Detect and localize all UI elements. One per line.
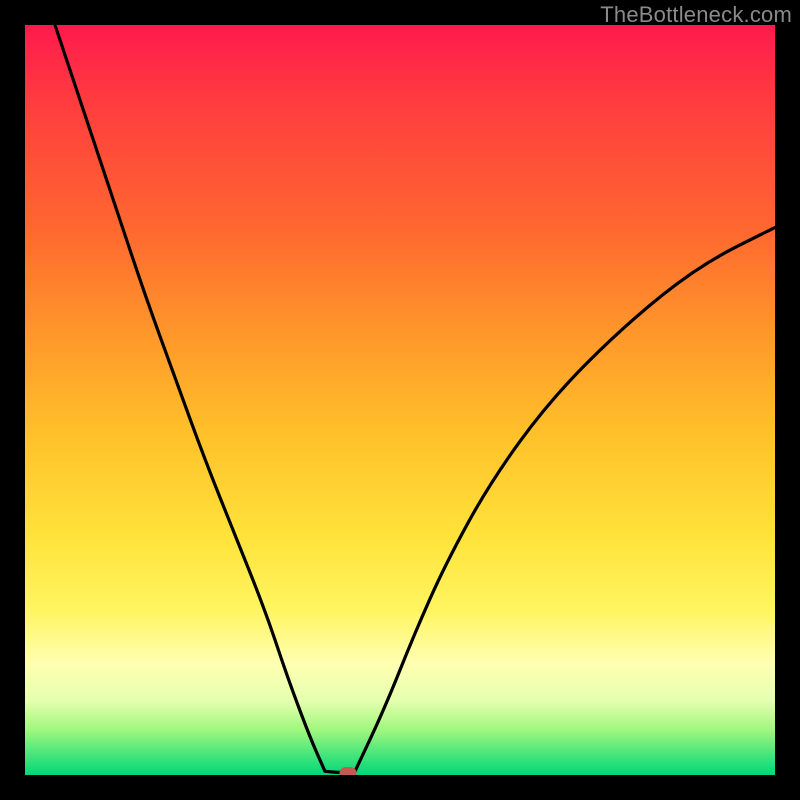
- watermark-text: TheBottleneck.com: [600, 2, 792, 28]
- chart-frame: [0, 0, 800, 800]
